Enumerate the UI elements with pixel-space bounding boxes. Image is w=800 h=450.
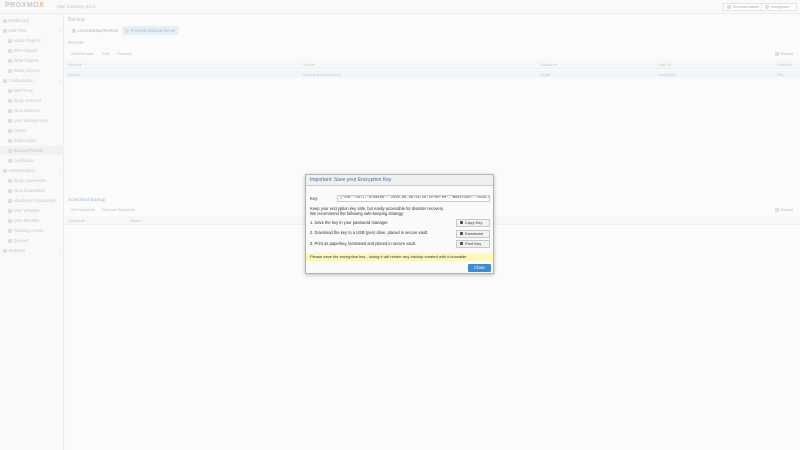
copy-icon [460, 221, 463, 225]
print-icon [460, 242, 463, 246]
step-paperkey: 3. Print as paperkey, laminated and plac… [310, 241, 416, 246]
step-usb-drive: 2. Download the key to a USB (pen) drive… [310, 230, 429, 235]
print-key-button[interactable]: Print Key [456, 240, 490, 248]
step-password-manager: 1. Save the key in your password manager… [310, 220, 389, 225]
key-label: Key: [310, 196, 319, 201]
close-button[interactable]: Close [468, 264, 491, 272]
encryption-key-field[interactable]: {"kdf":null,"created":"2026-06-09T16:56:… [337, 195, 490, 202]
warning-message: Please save the encryption key - losing … [306, 253, 493, 261]
copy-key-button[interactable]: Copy Key [456, 219, 490, 227]
download-button[interactable]: Download [456, 230, 490, 238]
encryption-key-dialog: Important: Save your Encryption Key Key:… [305, 174, 494, 274]
download-icon [460, 232, 463, 236]
intro-text-line2: We recommend the following safe-keeping … [310, 211, 405, 216]
dialog-title: Important: Save your Encryption Key [306, 175, 493, 186]
